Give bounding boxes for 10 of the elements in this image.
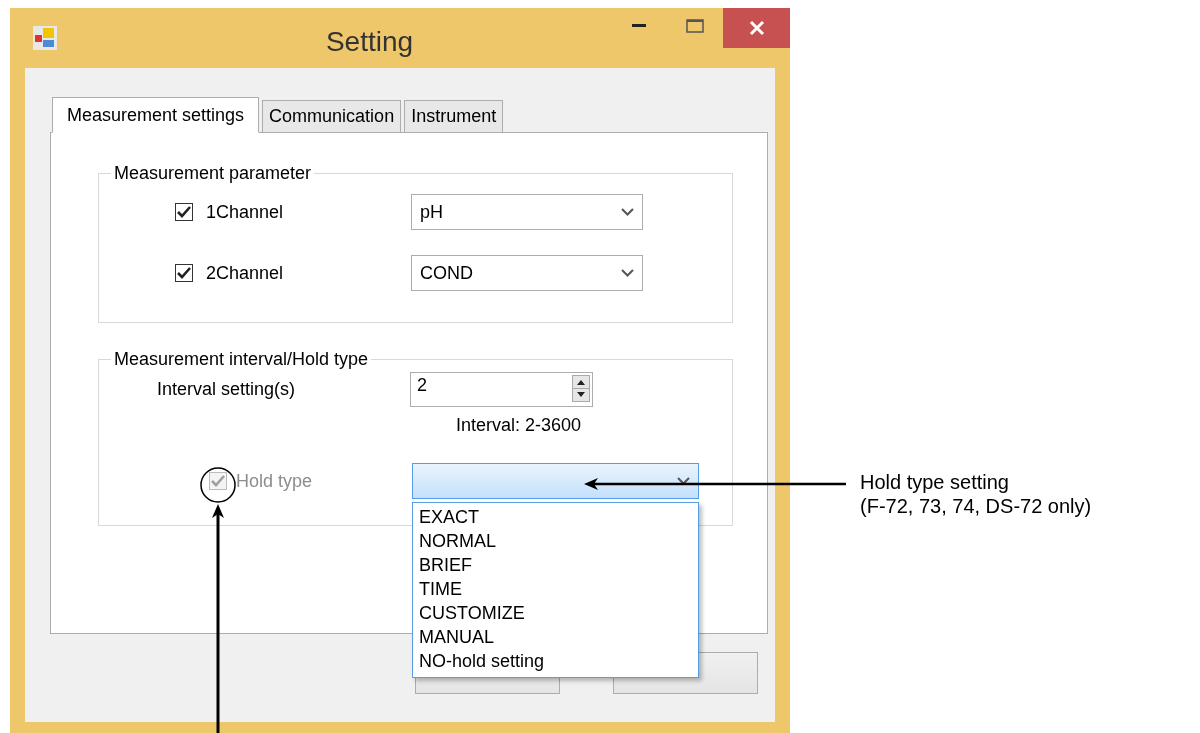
checkbox-label: 1Channel: [206, 201, 285, 223]
callout-line: Hold type setting: [860, 470, 1010, 494]
window-title: Setting: [324, 26, 415, 58]
field-label: Interval setting(s): [157, 379, 297, 400]
checkbox-label: Hold type: [236, 470, 314, 492]
group-title: Measurement interval/Hold type: [113, 349, 370, 370]
range-hint: Interval: 2-3600: [456, 415, 583, 436]
group-title: Measurement parameter: [113, 163, 313, 184]
callout-line: (F-72, 73, 74, DS-72 only): [860, 494, 1092, 518]
checkbox-label: 2Channel: [206, 262, 285, 284]
